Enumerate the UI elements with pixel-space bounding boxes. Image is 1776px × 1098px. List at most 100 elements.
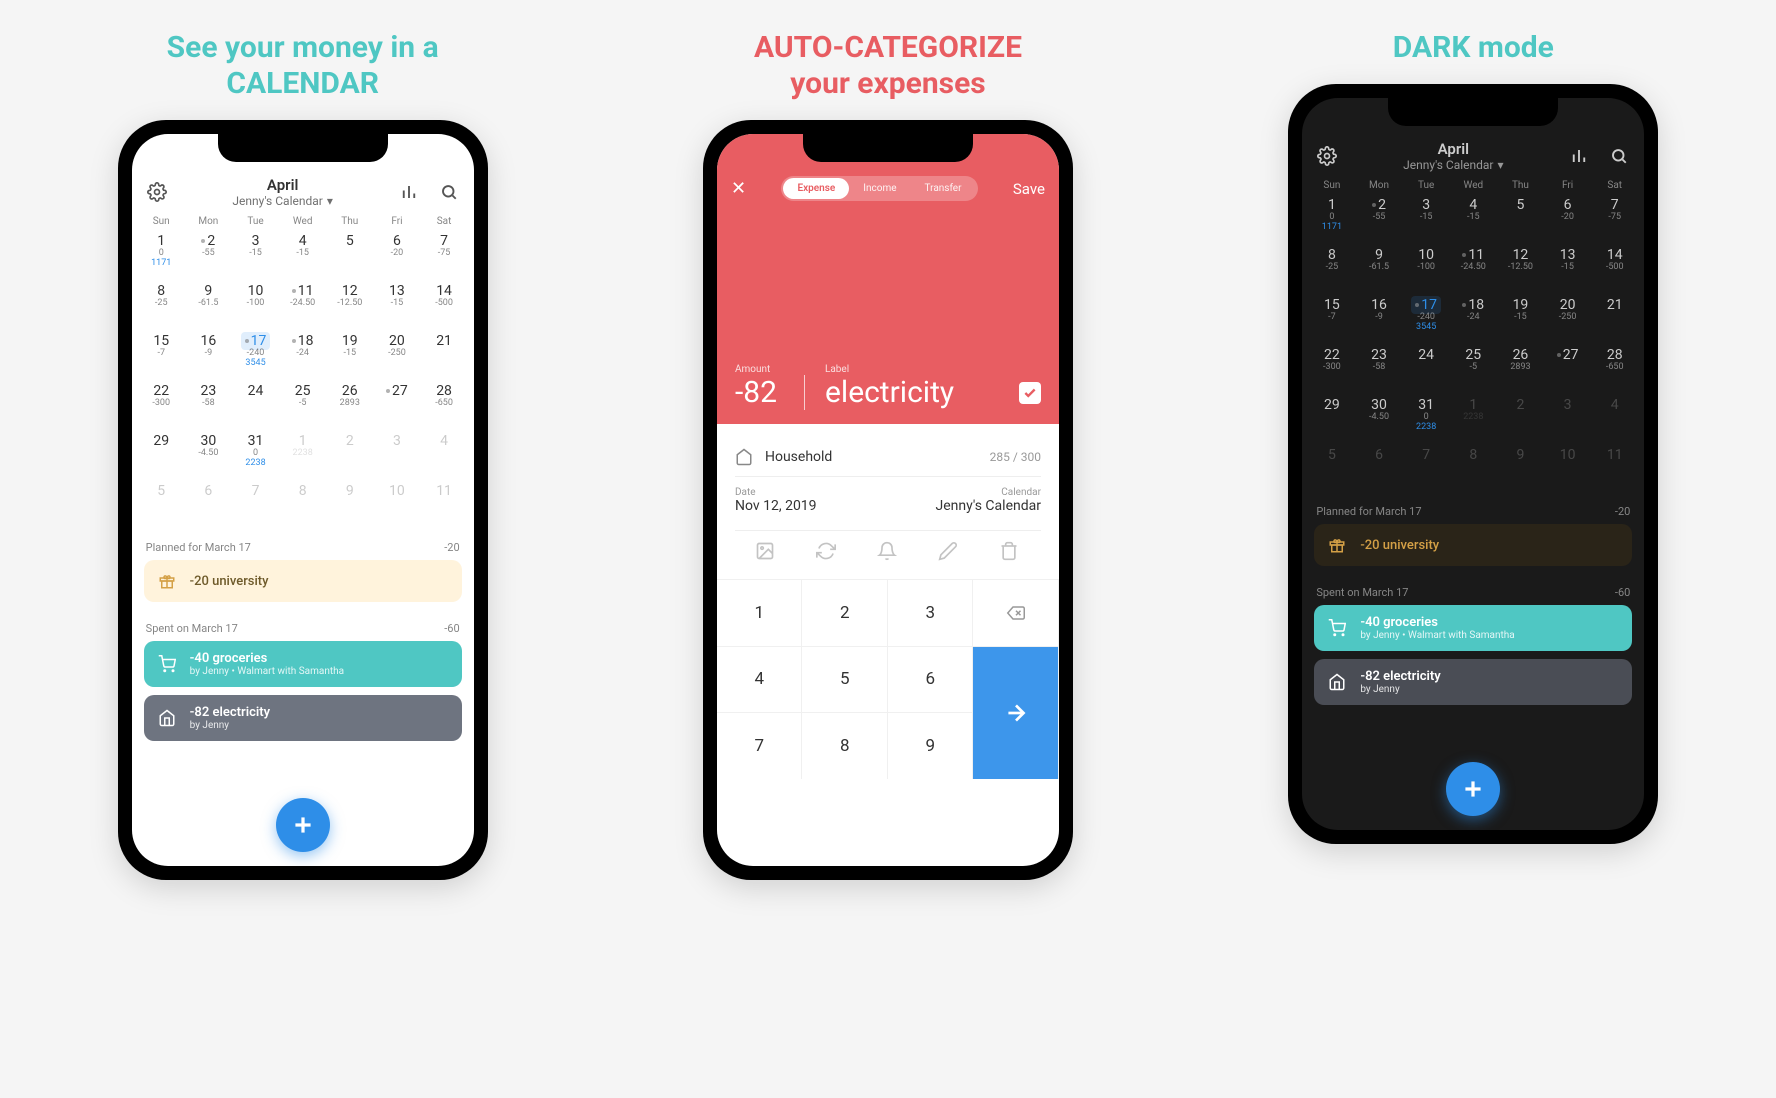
calendar-cell[interactable]: 30-4.50 [1355,393,1402,443]
calendar-cell[interactable]: 12-12.50 [1497,243,1544,293]
calendar-cell[interactable]: 3-15 [1403,193,1450,243]
calendar-cell[interactable]: 10-100 [1403,243,1450,293]
calendar-cell[interactable]: 12238 [279,429,326,479]
calendar-cell[interactable]: 30-4.50 [185,429,232,479]
calendar-cell[interactable]: 27 [1544,343,1591,393]
calendar-cell[interactable]: 29 [1308,393,1355,443]
electricity-card[interactable]: -82 electricityby Jenny [1314,659,1632,705]
edit-icon[interactable] [938,541,960,563]
calendar-cell[interactable]: 262893 [1497,343,1544,393]
calendar-cell[interactable]: 9-61.5 [1355,243,1402,293]
category-name[interactable]: Household [765,449,832,465]
recurring-icon[interactable] [816,541,838,563]
calendar-cell[interactable]: 14-500 [421,279,468,329]
key-6[interactable]: 6 [888,646,974,713]
calendar-cell[interactable]: 17-2403545 [1403,293,1450,343]
calendar-cell[interactable]: 10-100 [232,279,279,329]
calendar-cell[interactable]: 262893 [326,379,373,429]
calendar-cell[interactable]: 5 [138,479,185,529]
calendar-cell[interactable]: 19-15 [1497,293,1544,343]
key-2[interactable]: 2 [802,579,888,646]
calendar-cell[interactable]: 24 [232,379,279,429]
calendar-grid[interactable]: 1011712-553-154-1556-207-758-259-61.510-… [132,229,474,529]
calendar-cell[interactable]: 4 [1591,393,1638,443]
segment-transfer[interactable]: Transfer [911,178,976,199]
calendar-cell[interactable]: 10 [1544,443,1591,493]
calendar-cell[interactable]: 22-300 [1308,343,1355,393]
add-fab[interactable] [1446,762,1500,816]
key-8[interactable]: 8 [802,712,888,779]
planned-item-card[interactable]: -20 university [144,560,462,602]
groceries-card[interactable]: -40 groceriesby Jenny • Walmart with Sam… [144,641,462,687]
add-fab[interactable] [276,798,330,852]
calendar-cell[interactable]: 5 [326,229,373,279]
electricity-card[interactable]: -82 electricityby Jenny [144,695,462,741]
calendar-cell[interactable]: 6 [1355,443,1402,493]
amount-input[interactable]: -82 [735,375,805,410]
calendar-cell[interactable]: 19-15 [326,329,373,379]
calendar-value[interactable]: Jenny's Calendar [936,498,1041,514]
key-backspace[interactable] [973,579,1059,646]
calendar-cell[interactable]: 101171 [1308,193,1355,243]
transaction-type-segment[interactable]: Expense Income Transfer [781,176,977,201]
calendar-cell[interactable]: 5 [1308,443,1355,493]
calendar-cell[interactable]: 8 [279,479,326,529]
calendar-cell[interactable]: 18-24 [1450,293,1497,343]
calendar-cell[interactable]: 12-12.50 [326,279,373,329]
calendar-cell[interactable]: 24 [1403,343,1450,393]
calendar-cell[interactable]: 15-7 [138,329,185,379]
calendar-cell[interactable]: 9-61.5 [185,279,232,329]
calendar-cell[interactable]: 7 [1403,443,1450,493]
calendar-cell[interactable]: 5 [1497,193,1544,243]
calendar-cell[interactable]: 3102238 [232,429,279,479]
key-3[interactable]: 3 [888,579,974,646]
calendar-cell[interactable]: 25-5 [1450,343,1497,393]
key-7[interactable]: 7 [717,712,803,779]
calendar-cell[interactable]: 23-58 [1355,343,1402,393]
settings-icon[interactable] [146,181,168,203]
calendar-cell[interactable]: 28-650 [421,379,468,429]
segment-expense[interactable]: Expense [783,178,849,199]
key-9[interactable]: 9 [888,712,974,779]
key-5[interactable]: 5 [802,646,888,713]
calendar-grid[interactable]: 1011712-553-154-1556-207-758-259-61.510-… [1302,193,1644,493]
calendar-cell[interactable]: 23-58 [185,379,232,429]
calendar-cell[interactable]: 6-20 [373,229,420,279]
date-value[interactable]: Nov 12, 2019 [735,498,817,514]
save-button[interactable]: Save [1013,180,1045,198]
segment-income[interactable]: Income [849,178,910,199]
calendar-cell[interactable]: 18-24 [279,329,326,379]
calendar-cell[interactable]: 7-75 [1591,193,1638,243]
calendar-cell[interactable]: 2-55 [1355,193,1402,243]
calendar-cell[interactable]: 3 [1544,393,1591,443]
calendar-cell[interactable]: 7 [232,479,279,529]
calendar-cell[interactable]: 3102238 [1403,393,1450,443]
calendar-cell[interactable]: 17-2403545 [232,329,279,379]
calendar-cell[interactable]: 2-55 [185,229,232,279]
calendar-cell[interactable]: 2 [326,429,373,479]
key-4[interactable]: 4 [717,646,803,713]
calendar-cell[interactable]: 25-5 [279,379,326,429]
calendar-cell[interactable]: 3 [373,429,420,479]
calendar-cell[interactable]: 12238 [1450,393,1497,443]
search-icon[interactable] [1608,145,1630,167]
search-icon[interactable] [438,181,460,203]
trash-icon[interactable] [999,541,1021,563]
planned-item-card[interactable]: -20 university [1314,524,1632,566]
settings-icon[interactable] [1316,145,1338,167]
calendar-cell[interactable]: 4 [421,429,468,479]
calendar-cell[interactable]: 9 [326,479,373,529]
calendar-cell[interactable]: 13-15 [373,279,420,329]
calendar-cell[interactable]: 2 [1497,393,1544,443]
calendar-cell[interactable]: 14-500 [1591,243,1638,293]
calendar-cell[interactable]: 3-15 [232,229,279,279]
calendar-cell[interactable]: 22-300 [138,379,185,429]
calendar-cell[interactable]: 21 [421,329,468,379]
calendar-cell[interactable]: 15-7 [1308,293,1355,343]
calendar-cell[interactable]: 11 [1591,443,1638,493]
calendar-subtitle[interactable]: Jenny's Calendar ▾ [232,194,332,208]
calendar-cell[interactable]: 4-15 [279,229,326,279]
calendar-cell[interactable]: 13-15 [1544,243,1591,293]
calendar-cell[interactable]: 6-20 [1544,193,1591,243]
calendar-cell[interactable]: 20-250 [373,329,420,379]
